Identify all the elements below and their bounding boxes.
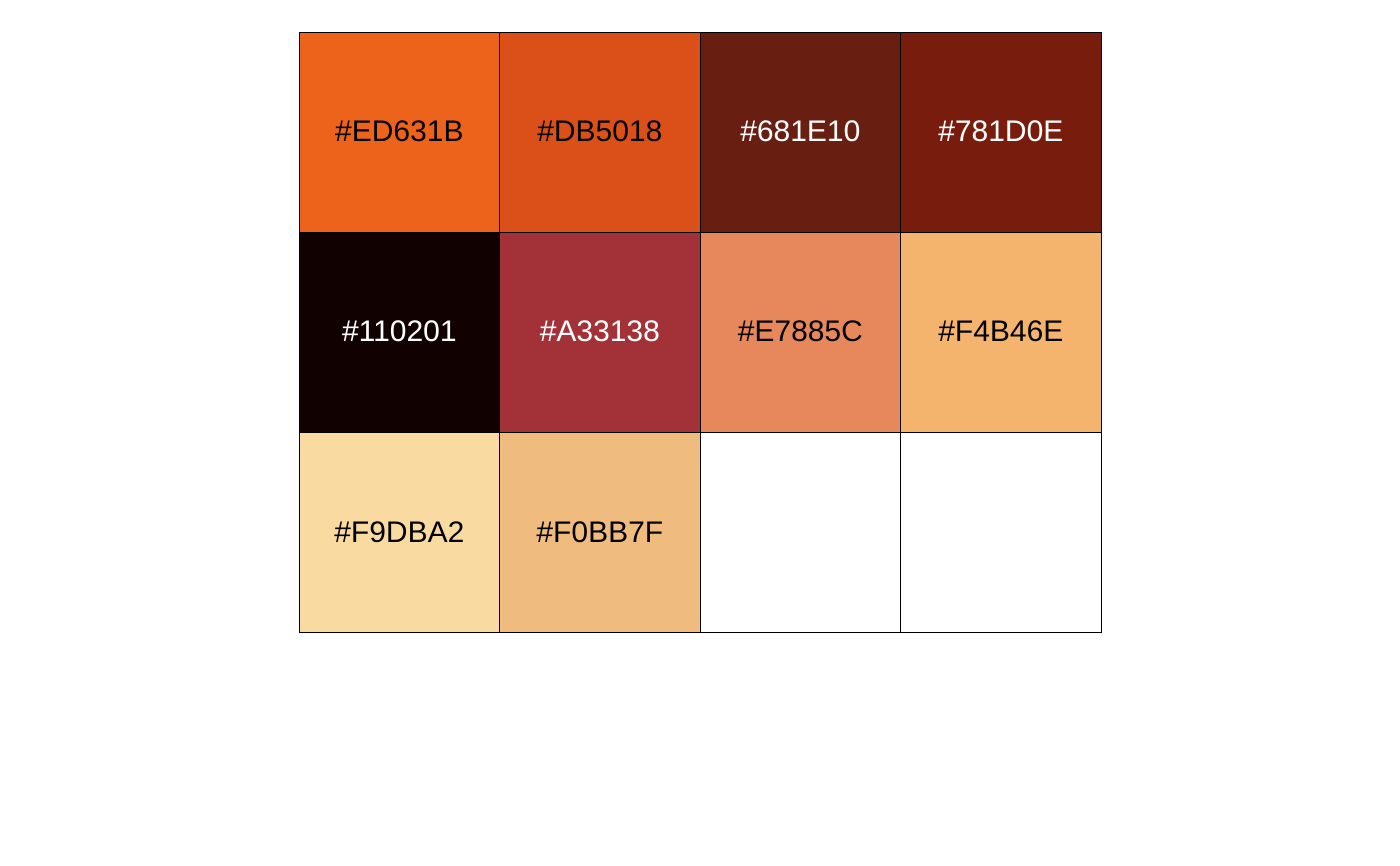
swatch-label: #F0BB7F — [536, 515, 664, 549]
swatch-label: #DB5018 — [537, 115, 663, 149]
swatch-label: #110201 — [341, 315, 457, 349]
swatch-cell: #F9DBA2 — [298, 432, 500, 634]
swatch-cell-empty — [900, 432, 1102, 634]
swatch-label: #ED631B — [335, 115, 464, 149]
swatch-label: #681E10 — [740, 115, 861, 149]
swatch-cell: #E7885C — [699, 231, 901, 434]
swatch-cell: #781D0E — [900, 31, 1102, 233]
swatch-cell: #110201 — [298, 231, 500, 434]
swatch-label: #F4B46E — [938, 315, 1064, 349]
swatch-cell: #A33138 — [499, 231, 701, 434]
palette-canvas: #ED631B #DB5018 #681E10 #781D0E #110201 … — [0, 0, 1400, 866]
swatch-label: #E7885C — [737, 315, 863, 349]
swatch-cell: #681E10 — [699, 31, 901, 233]
swatch-cell-empty — [699, 432, 901, 634]
swatch-cell: #F0BB7F — [499, 432, 701, 634]
swatch-label: #F9DBA2 — [334, 515, 465, 549]
swatch-grid: #ED631B #DB5018 #681E10 #781D0E #110201 … — [298, 31, 1102, 634]
swatch-cell: #F4B46E — [900, 231, 1102, 434]
swatch-label: #A33138 — [539, 315, 660, 349]
swatch-cell: #ED631B — [298, 31, 500, 233]
swatch-cell: #DB5018 — [499, 31, 701, 233]
swatch-label: #781D0E — [938, 115, 1064, 149]
